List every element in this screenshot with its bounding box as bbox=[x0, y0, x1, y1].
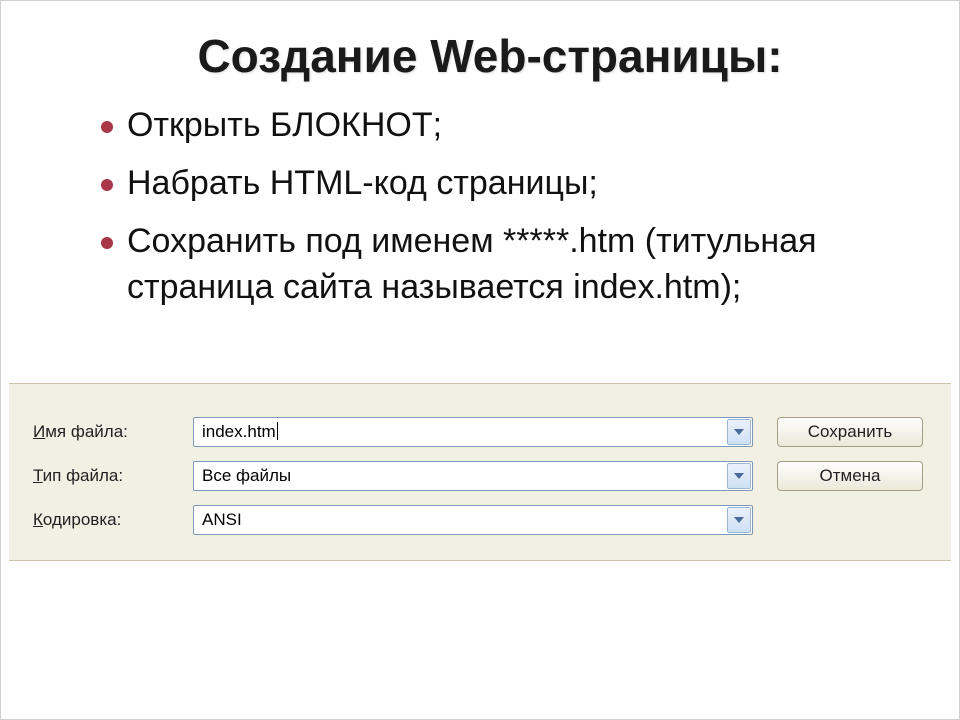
filename-input-wrap: index.htm bbox=[193, 417, 753, 447]
slide-title: Создание Web-страницы: bbox=[1, 1, 959, 83]
chevron-down-icon bbox=[734, 429, 744, 435]
save-button[interactable]: Сохранить bbox=[777, 417, 923, 447]
list-item: Набрать HTML-код страницы; bbox=[101, 161, 899, 207]
filename-dropdown-button[interactable] bbox=[727, 419, 751, 445]
chevron-down-icon bbox=[734, 473, 744, 479]
filetype-row: Тип файла: Все файлы Отмена bbox=[33, 454, 927, 498]
text-caret-icon bbox=[277, 422, 278, 440]
encoding-dropdown-button[interactable] bbox=[727, 507, 751, 533]
filename-row: Имя файла: index.htm Сохранить bbox=[33, 410, 927, 454]
filename-label: Имя файла: bbox=[33, 422, 193, 442]
save-dialog-fragment: Имя файла: index.htm Сохранить Тип файла… bbox=[9, 383, 951, 561]
filetype-label: Тип файла: bbox=[33, 466, 193, 486]
filetype-dropdown-button[interactable] bbox=[727, 463, 751, 489]
bullet-icon bbox=[101, 121, 113, 133]
encoding-select[interactable]: ANSI bbox=[193, 505, 753, 535]
bullet-icon bbox=[101, 237, 113, 249]
encoding-label: Кодировка: bbox=[33, 510, 193, 530]
filetype-select[interactable]: Все файлы bbox=[193, 461, 753, 491]
slide: Создание Web-страницы: Открыть БЛОКНОТ; … bbox=[0, 0, 960, 720]
bullet-text: Открыть БЛОКНОТ; bbox=[127, 103, 442, 149]
filename-input[interactable]: index.htm bbox=[193, 417, 753, 447]
bullet-text: Сохранить под именем *****.htm (титульна… bbox=[127, 219, 899, 311]
filename-value: index.htm bbox=[202, 422, 276, 441]
bullet-list: Открыть БЛОКНОТ; Набрать HTML-код страни… bbox=[1, 83, 959, 311]
filetype-select-wrap: Все файлы bbox=[193, 461, 753, 491]
chevron-down-icon bbox=[734, 517, 744, 523]
bullet-text: Набрать HTML-код страницы; bbox=[127, 161, 598, 207]
cancel-button[interactable]: Отмена bbox=[777, 461, 923, 491]
list-item: Сохранить под именем *****.htm (титульна… bbox=[101, 219, 899, 311]
bullet-icon bbox=[101, 179, 113, 191]
encoding-row: Кодировка: ANSI bbox=[33, 498, 927, 542]
encoding-select-wrap: ANSI bbox=[193, 505, 753, 535]
list-item: Открыть БЛОКНОТ; bbox=[101, 103, 899, 149]
